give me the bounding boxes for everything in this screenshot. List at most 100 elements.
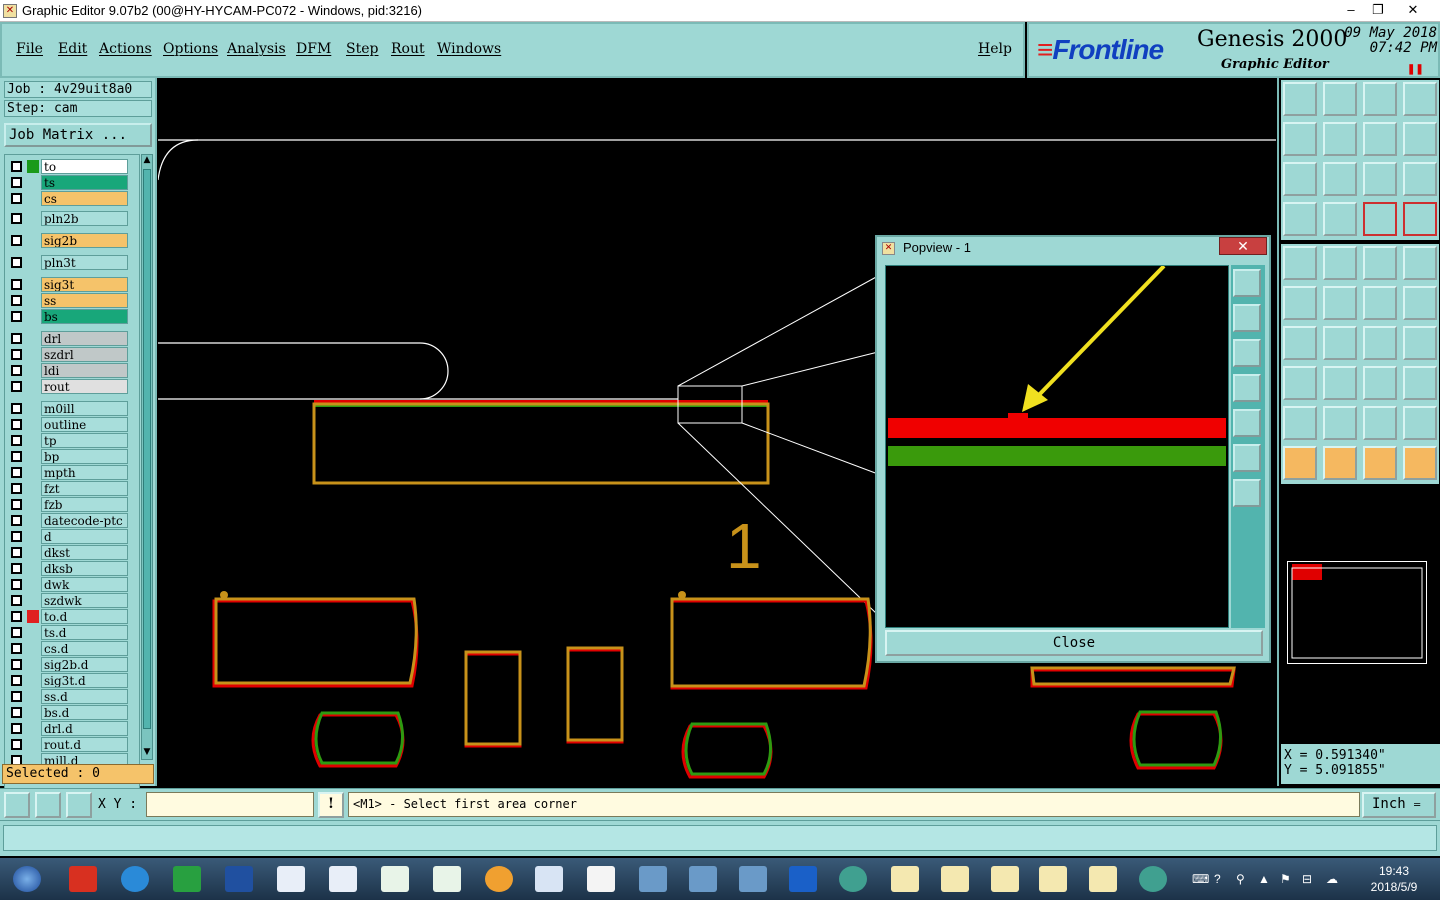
task-genesis-1[interactable] <box>882 861 928 897</box>
layer-checkbox[interactable] <box>11 213 22 224</box>
task-genesis-3[interactable] <box>982 861 1028 897</box>
layer-row[interactable]: ldi <box>5 363 139 378</box>
layer-checkbox[interactable] <box>11 579 22 590</box>
layer-name[interactable]: d <box>41 529 128 544</box>
layer-name[interactable]: cs <box>41 191 128 206</box>
layer-checkbox[interactable] <box>11 547 22 558</box>
popview-copy-icon[interactable] <box>1233 269 1261 297</box>
layer-name[interactable]: sig3t.d <box>41 673 128 688</box>
layer-checkbox[interactable] <box>11 381 22 392</box>
layer-row[interactable]: szdwk <box>5 593 139 608</box>
layer-name[interactable]: sig2b <box>41 233 128 248</box>
task-frontline[interactable] <box>780 861 826 897</box>
layer-checkbox[interactable] <box>11 707 22 718</box>
layer-name[interactable]: pln2b <box>41 211 128 226</box>
task-word-1[interactable] <box>268 861 314 897</box>
layer-checkbox[interactable] <box>11 723 22 734</box>
layer-name[interactable]: szdrl <box>41 347 128 362</box>
layer-checkbox[interactable] <box>11 643 22 654</box>
popview-zoom-out-icon[interactable] <box>1233 479 1261 507</box>
task-doc[interactable] <box>526 861 572 897</box>
layer-checkbox[interactable] <box>11 515 22 526</box>
tray-cloud-icon[interactable]: ☁ <box>1326 872 1338 886</box>
layer-checkbox[interactable] <box>11 349 22 360</box>
pan-left-icon[interactable] <box>1283 122 1317 156</box>
layer-checkbox[interactable] <box>11 333 22 344</box>
layer-name[interactable]: m0ill <box>41 401 128 416</box>
tray-app-icon[interactable]: ⚲ <box>1236 872 1245 886</box>
pad-tool-icon[interactable] <box>1283 246 1317 280</box>
layer-name[interactable]: tp <box>41 433 128 448</box>
menu-rout[interactable]: Rout <box>391 41 425 57</box>
task-image-3[interactable] <box>730 861 776 897</box>
redraw-icon[interactable] <box>1403 122 1437 156</box>
layer-checkbox[interactable] <box>11 365 22 376</box>
popview-zoom-view[interactable] <box>885 264 1229 628</box>
layer-name[interactable]: ts.d <box>41 625 128 640</box>
pan-down-icon[interactable] <box>1323 82 1357 116</box>
layer-name[interactable]: szdwk <box>41 593 128 608</box>
layer-checkbox[interactable] <box>11 627 22 638</box>
popview-left-icon[interactable] <box>1233 374 1261 402</box>
pan-right-icon[interactable] <box>1323 122 1357 156</box>
layer-row[interactable]: szdrl <box>5 347 139 362</box>
layer-checkbox[interactable] <box>11 499 22 510</box>
triangle-alt-icon[interactable] <box>1323 406 1357 440</box>
menu-options[interactable]: Options <box>163 41 218 57</box>
ruler-icon[interactable] <box>1363 246 1397 280</box>
network-icon[interactable]: ⊟ <box>1302 872 1312 886</box>
layer-name[interactable]: drl <box>41 331 128 346</box>
snap-alt-icon[interactable] <box>1403 202 1437 236</box>
layer-row[interactable]: fzt <box>5 481 139 496</box>
layer-name[interactable]: bs <box>41 309 128 324</box>
maximize-button[interactable]: ❐ <box>1363 0 1393 20</box>
layer-row[interactable]: dksb <box>5 561 139 576</box>
minimap[interactable] <box>1287 561 1427 664</box>
layer-row[interactable]: cs <box>5 191 139 206</box>
scroll-down-icon[interactable]: ▼ <box>142 747 152 759</box>
layer-name[interactable]: ss.d <box>41 689 128 704</box>
popview-right-icon[interactable] <box>1233 409 1261 437</box>
layer-row[interactable]: d <box>5 529 139 544</box>
layer-name[interactable]: sig2b.d <box>41 657 128 672</box>
grid-mode-icon[interactable] <box>66 792 92 818</box>
layer-checkbox[interactable] <box>11 467 22 478</box>
minus-icon[interactable] <box>1323 366 1357 400</box>
layer-name[interactable]: bp <box>41 449 128 464</box>
task-excel-1[interactable] <box>372 861 418 897</box>
popview-close-x-button[interactable]: ✕ <box>1219 237 1267 255</box>
layer-row[interactable]: ss.d <box>5 689 139 704</box>
layer-row[interactable]: outline <box>5 417 139 432</box>
tray-flag-icon[interactable]: ⚑ <box>1280 872 1291 886</box>
help-tray-icon[interactable]: ? <box>1214 872 1221 886</box>
layer-checkbox[interactable] <box>11 435 22 446</box>
layer-row[interactable]: rout.d <box>5 737 139 752</box>
keyboard-icon[interactable]: ⌨ <box>1192 872 1209 886</box>
menu-edit[interactable]: Edit <box>58 41 87 57</box>
layer-name[interactable]: drl.d <box>41 721 128 736</box>
segment-alt-icon[interactable] <box>1403 286 1437 320</box>
close-window-button[interactable]: ✕ <box>1398 0 1428 20</box>
task-app-f[interactable] <box>164 861 210 897</box>
pan-up-icon[interactable] <box>1283 82 1317 116</box>
line-tool-icon[interactable] <box>1323 246 1357 280</box>
pointer-path-icon[interactable] <box>1403 446 1437 480</box>
popview-zoom-in-icon[interactable] <box>1233 444 1261 472</box>
layer-name[interactable]: ss <box>41 293 128 308</box>
layer-row[interactable]: ss <box>5 293 139 308</box>
connect-icon[interactable] <box>1283 286 1317 320</box>
menu-help[interactable]: Help <box>978 41 1012 57</box>
layer-name[interactable]: fzt <box>41 481 128 496</box>
pointer-box-icon[interactable] <box>1323 446 1357 480</box>
task-app-g[interactable] <box>60 861 106 897</box>
task-excel-2[interactable] <box>424 861 470 897</box>
layer-checkbox[interactable] <box>11 659 22 670</box>
help-icon[interactable] <box>1403 162 1437 196</box>
minimize-button[interactable]: – <box>1336 0 1366 20</box>
layer-row[interactable]: m0ill <box>5 401 139 416</box>
layer-row[interactable]: drl.d <box>5 721 139 736</box>
arch-alt-icon[interactable] <box>1403 406 1437 440</box>
circle-tool-icon[interactable] <box>1403 246 1437 280</box>
angle-mode-icon[interactable] <box>35 792 61 818</box>
task-pdf[interactable] <box>578 861 624 897</box>
